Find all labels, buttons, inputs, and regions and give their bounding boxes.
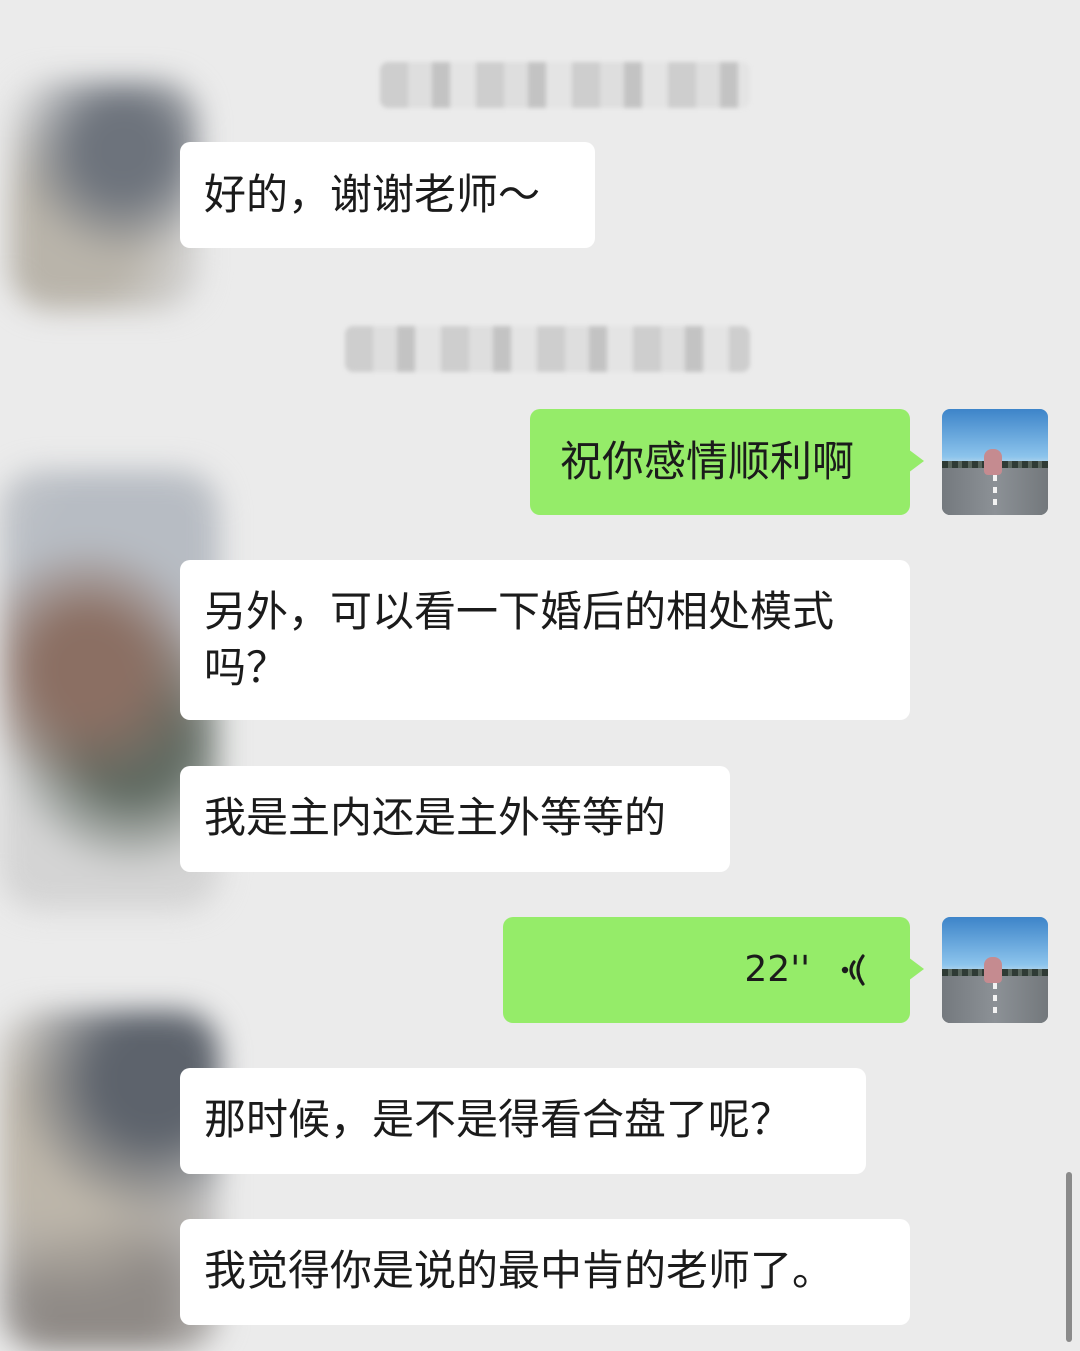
message-text: 好的，谢谢老师～: [204, 170, 541, 219]
message-bubble[interactable]: 那时候，是不是得看合盘了呢？: [180, 1068, 866, 1174]
timestamp-blurred: [380, 62, 750, 108]
timestamp-blurred: [345, 326, 750, 372]
my-avatar[interactable]: [942, 409, 1048, 515]
message-bubble[interactable]: 祝你感情顺利啊: [530, 409, 924, 515]
voice-wave-icon: [841, 954, 865, 986]
message-bubble[interactable]: 好的，谢谢老师～: [180, 142, 595, 248]
voice-duration: 22'': [744, 949, 810, 990]
message-text: 那时候，是不是得看合盘了呢？: [204, 1095, 793, 1144]
message-text: 我觉得你是说的最中肯的老师了。: [204, 1246, 835, 1295]
message-text: 我是主内还是主外等等的: [204, 793, 667, 842]
message-bubble[interactable]: 我觉得你是说的最中肯的老师了。: [180, 1219, 910, 1325]
message-bubble[interactable]: 我是主内还是主外等等的: [180, 766, 730, 872]
message-bubble[interactable]: 另外，可以看一下婚后的相处模式吗？: [180, 560, 910, 720]
voice-message-bubble[interactable]: 22'': [503, 917, 924, 1023]
contact-avatar[interactable]: [10, 80, 200, 310]
message-text: 另外，可以看一下婚后的相处模式吗？: [204, 587, 835, 692]
scrollbar[interactable]: [1066, 1172, 1072, 1342]
my-avatar[interactable]: [942, 917, 1048, 1023]
message-text: 祝你感情顺利啊: [560, 437, 855, 486]
